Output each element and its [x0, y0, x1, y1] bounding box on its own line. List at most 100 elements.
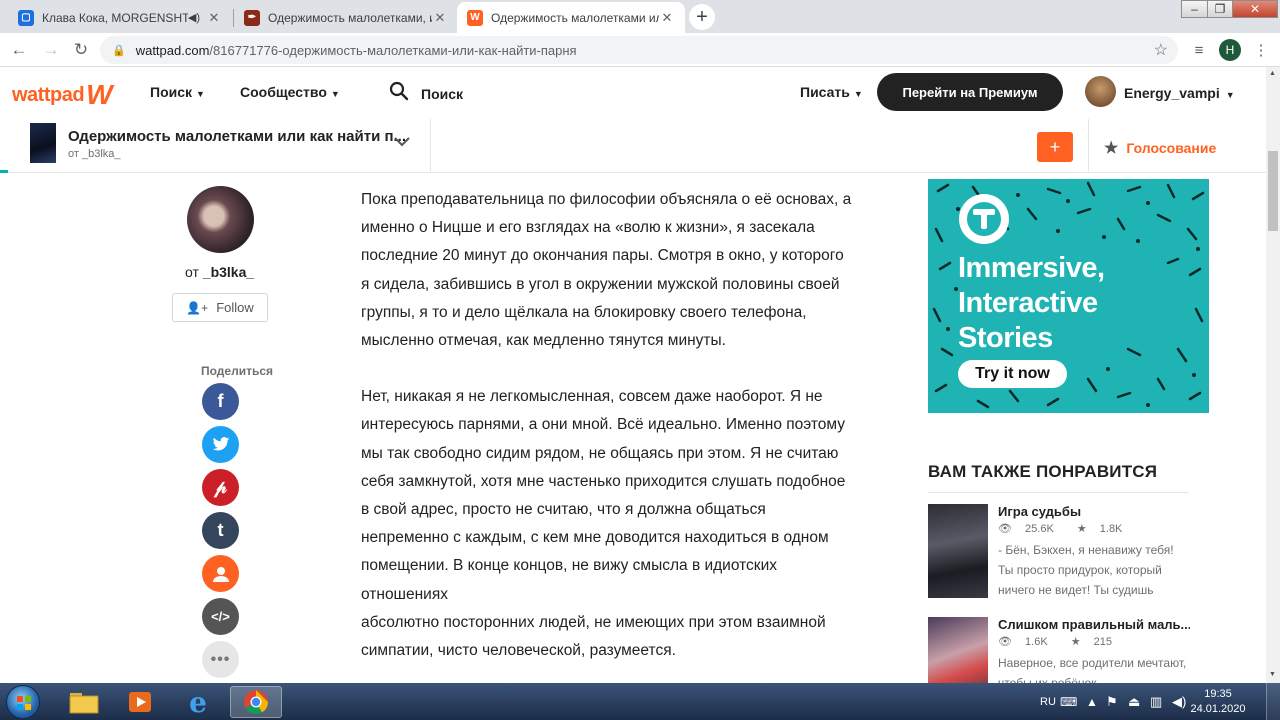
- story-author: от _b3lka_: [68, 148, 121, 160]
- tray-expand-icon[interactable]: ▲: [1086, 683, 1098, 720]
- reading-list-icon[interactable]: ≡: [1188, 39, 1210, 61]
- tab-title: Одержимость малолетками или: [491, 10, 659, 25]
- profile-avatar[interactable]: H: [1219, 39, 1241, 61]
- ie-taskbar-button[interactable]: e: [172, 685, 224, 719]
- close-icon[interactable]: ✕: [659, 10, 675, 26]
- recommended-description: - Бён, Бэкхен, я ненавижу тебя! Ты прост…: [998, 540, 1190, 600]
- story-title[interactable]: Одержимость малолетками или как найти п.…: [68, 128, 406, 145]
- start-button[interactable]: [6, 685, 40, 719]
- twitter-share-icon[interactable]: [202, 426, 239, 463]
- more-options-icon[interactable]: •••: [202, 641, 239, 678]
- tumblr-share-icon[interactable]: t: [202, 512, 239, 549]
- recommended-story[interactable]: Слишком правильный маль... 👁 1.6K ★ 215 …: [928, 617, 1190, 683]
- wattpad-logo[interactable]: wattpad W: [12, 79, 112, 111]
- media-player-icon: [129, 692, 151, 712]
- tab-title: Одержимость малолетками, или: [268, 10, 432, 25]
- browser-tab[interactable]: ✒ Одержимость малолетками, или ✕: [234, 2, 458, 33]
- divider: [430, 119, 431, 173]
- minimize-button[interactable]: ‒: [1181, 0, 1208, 18]
- pinterest-share-icon[interactable]: 𝓅: [202, 469, 239, 506]
- story-cover[interactable]: [928, 617, 988, 683]
- recommendations-heading: ВАМ ТАКЖЕ ПОНРАВИТСЯ: [928, 462, 1158, 481]
- nav-community[interactable]: Сообщество ▼: [240, 84, 340, 100]
- recommended-title[interactable]: Игра судьбы: [998, 504, 1081, 519]
- embed-code-icon[interactable]: </>: [202, 598, 239, 635]
- language-label: RU: [1040, 695, 1056, 708]
- browser-tab[interactable]: ▢ Клава Кока, MORGENSHTERN ◀) ✕: [8, 2, 232, 33]
- vote-button[interactable]: ★ Голосование: [1104, 138, 1216, 158]
- recommended-story[interactable]: Игра судьбы 👁 25.6K ★ 1.8K - Бён, Бэкхен…: [928, 504, 1190, 604]
- story-stats: 👁 25.6K ★ 1.8K: [998, 522, 1142, 535]
- votes-count: ★ 1.8K: [1076, 523, 1123, 535]
- vote-label: Голосование: [1126, 140, 1217, 156]
- author-name[interactable]: _b3lka_: [203, 264, 254, 280]
- paragraph: Нет, никакая я не легкомысленная, совсем…: [361, 388, 846, 660]
- speaker-icon[interactable]: ◀): [188, 11, 200, 24]
- chevron-down-icon[interactable]: [393, 135, 411, 149]
- url-field[interactable]: 🔒 wattpad.com /816771776-одержимость-мал…: [100, 36, 1178, 64]
- nav-label: Поиск: [150, 84, 193, 100]
- chapter-text: Пока преподавательница по философии объя…: [361, 186, 866, 665]
- nav-search[interactable]: Поиск ▼: [150, 84, 205, 100]
- close-icon[interactable]: ✕: [206, 10, 222, 26]
- search-icon[interactable]: [389, 81, 409, 101]
- internet-explorer-icon: e: [189, 685, 207, 719]
- new-tab-button[interactable]: +: [689, 4, 715, 30]
- window-close-button[interactable]: ✕: [1232, 0, 1278, 18]
- eye-icon: 👁: [998, 636, 1016, 648]
- facebook-share-icon[interactable]: f: [202, 383, 239, 420]
- keyboard-icon[interactable]: ⌨: [1060, 683, 1077, 720]
- close-icon[interactable]: ✕: [432, 10, 448, 26]
- media-player-taskbar-button[interactable]: [114, 686, 166, 718]
- forward-arrow-icon[interactable]: →: [40, 39, 62, 61]
- page-scrollbar[interactable]: ▲ ▼: [1266, 67, 1280, 683]
- tab-title: Клава Кока, MORGENSHTERN: [42, 10, 188, 25]
- system-clock[interactable]: 19:35 24.01.2020: [1188, 687, 1248, 717]
- scroll-down-icon[interactable]: ▼: [1269, 671, 1276, 678]
- story-cover-thumbnail[interactable]: [30, 123, 56, 163]
- quill-icon: ✒: [244, 9, 260, 26]
- premium-button[interactable]: Перейти на Премиум: [877, 73, 1063, 111]
- back-arrow-icon[interactable]: ←: [8, 39, 30, 61]
- show-desktop-button[interactable]: [1266, 683, 1280, 720]
- url-host: wattpad.com: [135, 42, 210, 58]
- follow-button[interactable]: 👤+ Follow: [172, 293, 268, 322]
- eye-icon: 👁: [998, 523, 1016, 535]
- chrome-taskbar-button[interactable]: [230, 686, 282, 718]
- story-cover[interactable]: [928, 504, 988, 598]
- chrome-icon: [244, 690, 268, 715]
- reload-icon[interactable]: ↻: [70, 39, 92, 61]
- advertisement-banner[interactable]: Immersive, Interactive Stories Try it no…: [928, 179, 1209, 413]
- share-label: Поделиться: [201, 364, 274, 378]
- follow-label: Follow: [216, 300, 254, 315]
- author-byline: от _b3lka_: [185, 264, 254, 280]
- author-avatar[interactable]: [187, 186, 254, 253]
- story-toolbar: Одержимость малолетками или как найти п.…: [0, 119, 1266, 173]
- scroll-up-icon[interactable]: ▲: [1269, 70, 1276, 77]
- ad-headline-line: Interactive: [958, 287, 1098, 319]
- bookmark-star-icon[interactable]: ☆: [1154, 40, 1168, 60]
- volume-icon[interactable]: ◀): [1172, 683, 1186, 720]
- network-icon[interactable]: ▥: [1150, 683, 1162, 720]
- ad-cta-button[interactable]: Try it now: [958, 360, 1067, 388]
- explorer-taskbar-button[interactable]: [58, 686, 110, 718]
- divider: [928, 492, 1189, 493]
- recommended-title[interactable]: Слишком правильный маль...: [998, 617, 1190, 632]
- write-label: Писать: [800, 84, 850, 100]
- restore-button[interactable]: ❐: [1207, 0, 1233, 18]
- user-profile-share-icon[interactable]: [202, 555, 239, 592]
- ad-headline: Immersive, Interactive Stories: [958, 251, 1105, 356]
- user-avatar[interactable]: [1085, 76, 1116, 107]
- wattpad-icon: W: [467, 9, 483, 26]
- usb-device-icon[interactable]: ⏏: [1128, 683, 1140, 720]
- action-center-flag-icon[interactable]: ⚑: [1106, 683, 1118, 720]
- user-menu[interactable]: Energy_vampi ▼: [1124, 85, 1235, 101]
- nav-label: Сообщество: [240, 84, 327, 100]
- language-indicator[interactable]: RU: [1040, 683, 1056, 720]
- search-input[interactable]: Поиск: [421, 86, 463, 102]
- add-to-library-button[interactable]: +: [1037, 132, 1073, 162]
- scrollbar-thumb[interactable]: [1268, 151, 1278, 231]
- write-menu[interactable]: Писать ▼: [800, 84, 863, 100]
- menu-kebab-icon[interactable]: ⋮: [1250, 39, 1272, 61]
- browser-tab-active[interactable]: W Одержимость малолетками или ✕: [457, 2, 685, 33]
